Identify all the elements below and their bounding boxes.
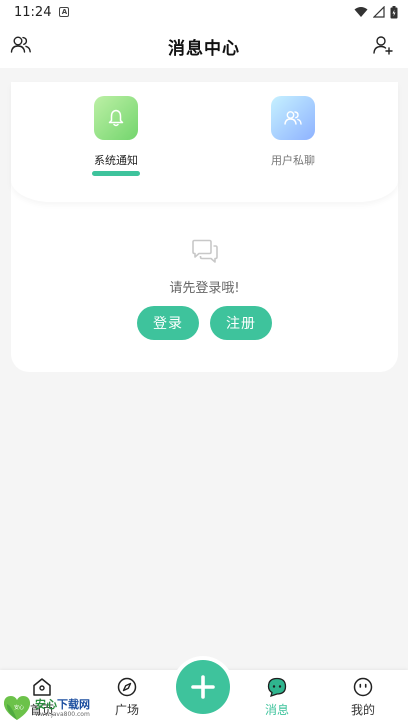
nav-label-me: 我的 bbox=[350, 703, 375, 717]
bell-icon bbox=[108, 109, 124, 127]
tab-label-system: 系统通知 bbox=[94, 154, 138, 167]
watermark-text: 安心下载网 www.java800.com bbox=[35, 698, 90, 719]
register-button[interactable]: 注册 bbox=[210, 306, 272, 340]
empty-messages-icon bbox=[192, 239, 218, 263]
watermark-logo-icon: 安心 bbox=[3, 696, 31, 720]
header: 消息中心 bbox=[0, 24, 408, 68]
create-post-button[interactable] bbox=[176, 660, 230, 714]
signal-icon bbox=[373, 6, 385, 18]
tab-label-private-chat: 用户私聊 bbox=[271, 154, 315, 167]
compass-icon bbox=[117, 677, 137, 697]
nav-item-me[interactable]: 我的 bbox=[333, 676, 393, 718]
profile-face-icon bbox=[353, 677, 373, 697]
status-time: 11:24 bbox=[14, 4, 52, 20]
message-tabs: 系统通知 用户私聊 bbox=[11, 82, 398, 202]
status-indicators bbox=[354, 5, 398, 19]
nav-item-messages[interactable]: 消息 bbox=[247, 676, 307, 718]
chat-bubble-icon bbox=[267, 677, 287, 698]
nav-label-messages: 消息 bbox=[264, 703, 289, 717]
watermark-url: www.java800.com bbox=[35, 710, 90, 718]
plus-icon bbox=[191, 675, 215, 699]
active-tab-indicator bbox=[92, 171, 140, 176]
message-card: 系统通知 用户私聊 请先登录哦! 登录 注册 bbox=[11, 82, 398, 372]
watermark-title-green: 安心 bbox=[35, 697, 57, 711]
wifi-icon bbox=[354, 7, 368, 17]
watermark-badge: 安心 bbox=[14, 704, 24, 711]
add-user-icon[interactable] bbox=[372, 34, 394, 56]
watermark-title: 安心下载网 bbox=[35, 698, 90, 711]
login-prompt-text: 请先登录哦! bbox=[169, 281, 240, 296]
login-button[interactable]: 登录 bbox=[137, 306, 199, 340]
page-title: 消息中心 bbox=[168, 38, 240, 59]
watermark: 安心 安心下载网 www.java800.com bbox=[2, 693, 106, 723]
battery-icon bbox=[390, 5, 398, 18]
watermark-title-blue: 下载网 bbox=[57, 697, 90, 711]
friends-icon[interactable] bbox=[10, 34, 32, 56]
system-notification-tile bbox=[94, 96, 138, 140]
nav-label-plaza: 广场 bbox=[114, 703, 139, 717]
tab-system-notifications[interactable]: 系统通知 bbox=[66, 96, 166, 176]
private-chat-tile bbox=[271, 96, 315, 140]
status-bar: 11:24 A bbox=[0, 0, 408, 24]
tab-private-chat[interactable]: 用户私聊 bbox=[243, 96, 343, 168]
notification-icon: A bbox=[59, 7, 70, 17]
nav-item-plaza[interactable]: 广场 bbox=[97, 676, 157, 718]
users-icon bbox=[284, 111, 302, 125]
